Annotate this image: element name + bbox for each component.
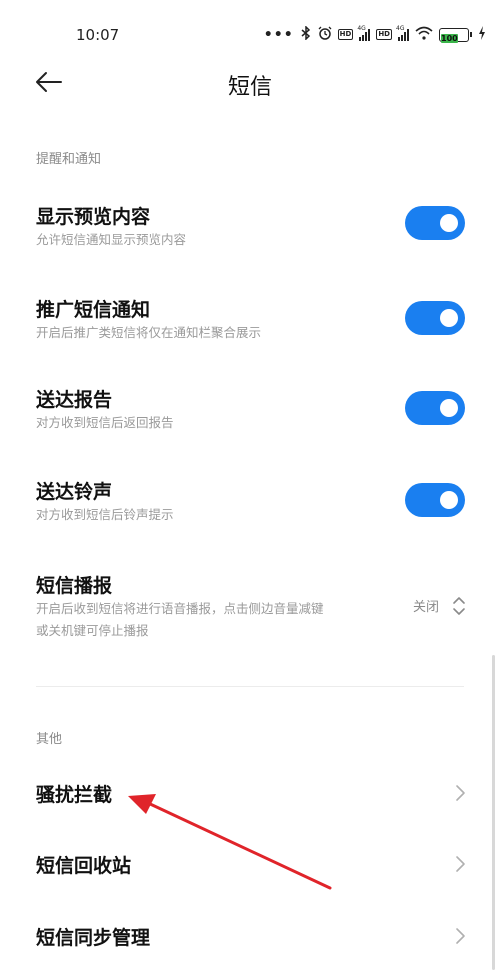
- header: 短信: [0, 58, 500, 108]
- setting-subtitle-line1: 开启后收到短信将进行语音播报，点击侧边音量减键: [36, 601, 324, 616]
- chevron-right-icon: [456, 856, 465, 872]
- item-label: 骚扰拦截: [36, 784, 113, 806]
- chevron-right-icon: [456, 785, 465, 801]
- status-time: 10:07: [76, 26, 120, 44]
- hd-icon: HD: [376, 29, 392, 40]
- broadcast-value[interactable]: 关闭: [413, 596, 439, 615]
- status-icons: ••• HD 4G HD 4G 100: [263, 25, 486, 43]
- alarm-icon: [318, 26, 332, 43]
- divider: [36, 686, 464, 687]
- wifi-icon: [415, 26, 433, 43]
- setting-subtitle-line2: 或关机键可停止播报: [36, 623, 149, 638]
- setting-subtitle: 开启后推广类短信将仅在通知栏聚合展示: [36, 325, 262, 340]
- battery-icon: 100: [439, 27, 472, 43]
- setting-promo[interactable]: 推广短信通知 开启后推广类短信将仅在通知栏聚合展示: [0, 288, 500, 358]
- report-toggle[interactable]: [405, 391, 465, 425]
- hd-icon: HD: [337, 29, 354, 40]
- preview-toggle[interactable]: [405, 206, 465, 240]
- charging-icon: [478, 26, 486, 43]
- bluetooth-icon: [300, 25, 312, 43]
- setting-title: 送达铃声: [36, 481, 113, 503]
- setting-title: 短信播报: [36, 575, 113, 597]
- promo-toggle[interactable]: [405, 301, 465, 335]
- setting-broadcast[interactable]: 短信播报 开启后收到短信将进行语音播报，点击侧边音量减键 或关机键可停止播报 关…: [0, 565, 500, 655]
- signal-icon: 4G: [396, 25, 409, 41]
- setting-title: 送达报告: [36, 389, 113, 411]
- section-title-notifications: 提醒和通知: [36, 152, 102, 167]
- chevron-right-icon: [456, 928, 465, 944]
- setting-title: 显示预览内容: [36, 206, 151, 228]
- ringtone-toggle[interactable]: [405, 483, 465, 517]
- item-label: 短信同步管理: [36, 927, 151, 949]
- item-sms-sync-management[interactable]: 短信同步管理: [0, 915, 500, 961]
- scrollbar[interactable]: [492, 655, 495, 970]
- signal-icon: 4G: [357, 25, 371, 41]
- item-spam-interception[interactable]: 骚扰拦截: [0, 770, 500, 816]
- more-notifications-icon: •••: [263, 26, 294, 43]
- battery-level: 100: [441, 33, 458, 43]
- setting-report[interactable]: 送达报告 对方收到短信后返回报告: [0, 378, 500, 448]
- item-sms-recycle-bin[interactable]: 短信回收站: [0, 843, 500, 889]
- item-label: 短信回收站: [36, 855, 132, 877]
- chevron-up-down-icon: [453, 597, 465, 615]
- section-title-other: 其他: [36, 732, 63, 747]
- setting-preview[interactable]: 显示预览内容 允许短信通知显示预览内容: [0, 195, 500, 265]
- setting-title: 推广短信通知: [36, 299, 151, 321]
- setting-ringtone[interactable]: 送达铃声 对方收到短信后铃声提示: [0, 470, 500, 540]
- setting-subtitle: 允许短信通知显示预览内容: [36, 232, 187, 247]
- page-title: 短信: [227, 75, 272, 100]
- setting-subtitle: 对方收到短信后返回报告: [36, 415, 174, 430]
- setting-subtitle: 对方收到短信后铃声提示: [36, 507, 174, 522]
